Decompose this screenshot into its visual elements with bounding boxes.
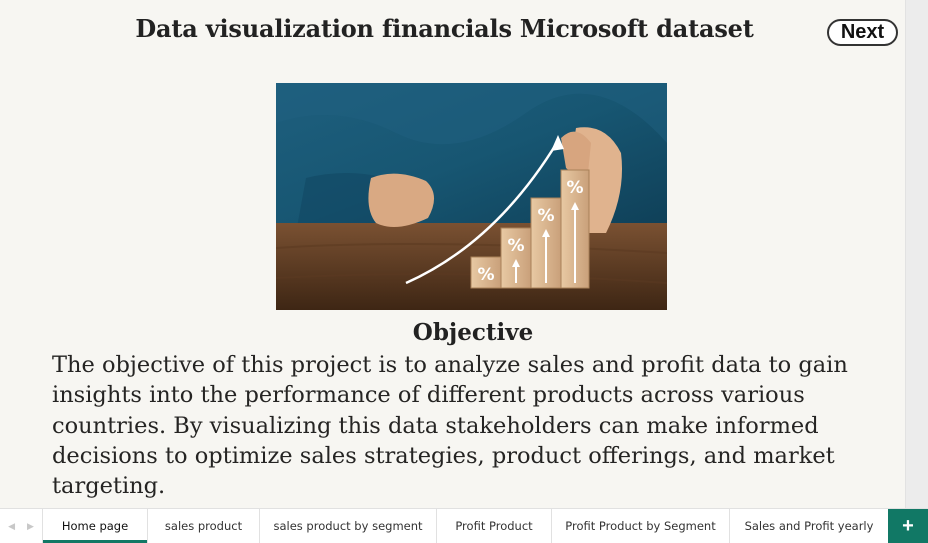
- block-label: %: [477, 265, 494, 285]
- page-title: Data visualization financials Microsoft …: [135, 14, 754, 43]
- tab-scroll-arrows: ◀ ▶: [0, 509, 42, 543]
- vertical-scrollbar[interactable]: [905, 0, 928, 508]
- hero-image: % % % %: [276, 83, 667, 310]
- next-button[interactable]: Next: [827, 19, 898, 46]
- tab-sales-and-profit-yearly[interactable]: Sales and Profit yearly: [729, 509, 888, 543]
- tab-profit-product-by-segment[interactable]: Profit Product by Segment: [551, 509, 729, 543]
- tab-home-page[interactable]: Home page: [42, 509, 147, 543]
- tab-sales-product-by-segment[interactable]: sales product by segment: [259, 509, 436, 543]
- page-tab-bar: ◀ ▶ Home page sales product sales produc…: [0, 508, 928, 543]
- objective-text: The objective of this project is to anal…: [52, 350, 852, 501]
- objective-heading: Objective: [412, 319, 534, 346]
- block-label: %: [507, 236, 524, 256]
- tab-profit-product[interactable]: Profit Product: [436, 509, 551, 543]
- chevron-right-icon[interactable]: ▶: [27, 521, 34, 532]
- tab-sales-product[interactable]: sales product: [147, 509, 259, 543]
- block-label: %: [537, 206, 554, 226]
- chevron-left-icon[interactable]: ◀: [8, 521, 15, 532]
- objective-line: decisions to optimize sales strategies, …: [52, 442, 835, 469]
- objective-line: The objective of this project is to anal…: [52, 352, 848, 378]
- objective-line: insights into the performance of differe…: [52, 382, 805, 409]
- block-label: %: [566, 178, 583, 198]
- objective-line: targeting.: [52, 473, 166, 500]
- add-page-button[interactable]: +: [888, 509, 928, 543]
- objective-line: countries. By visualizing this data stak…: [52, 412, 819, 439]
